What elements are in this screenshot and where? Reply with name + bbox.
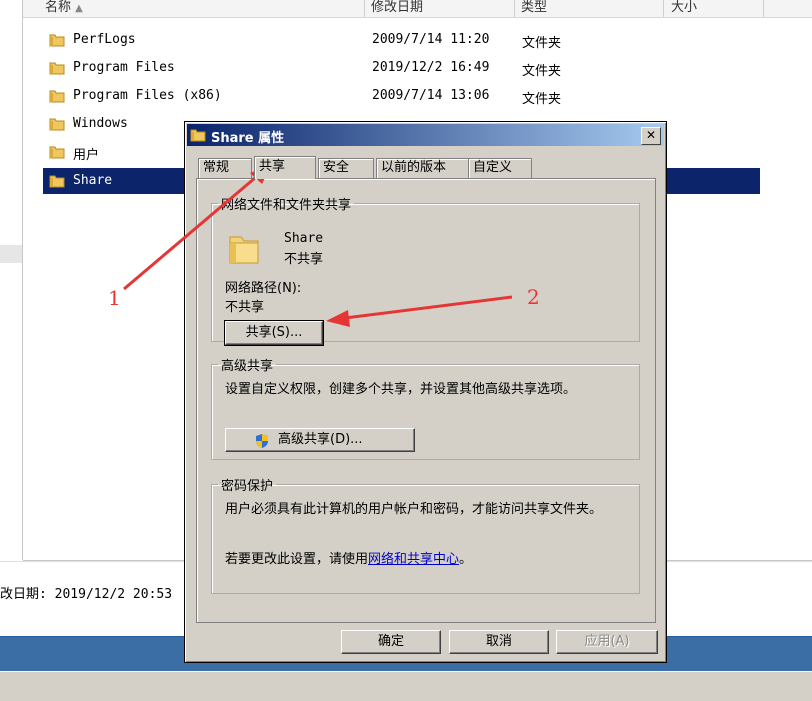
annotation-label-1: 1 xyxy=(108,286,121,310)
annotation-label-2: 2 xyxy=(527,285,540,309)
tab-sharing[interactable]: 共享 xyxy=(254,156,316,179)
arrow-1 xyxy=(123,170,263,291)
arrow-2-head xyxy=(326,310,350,327)
arrow-2 xyxy=(344,295,513,320)
annotation-overlay xyxy=(123,164,513,327)
